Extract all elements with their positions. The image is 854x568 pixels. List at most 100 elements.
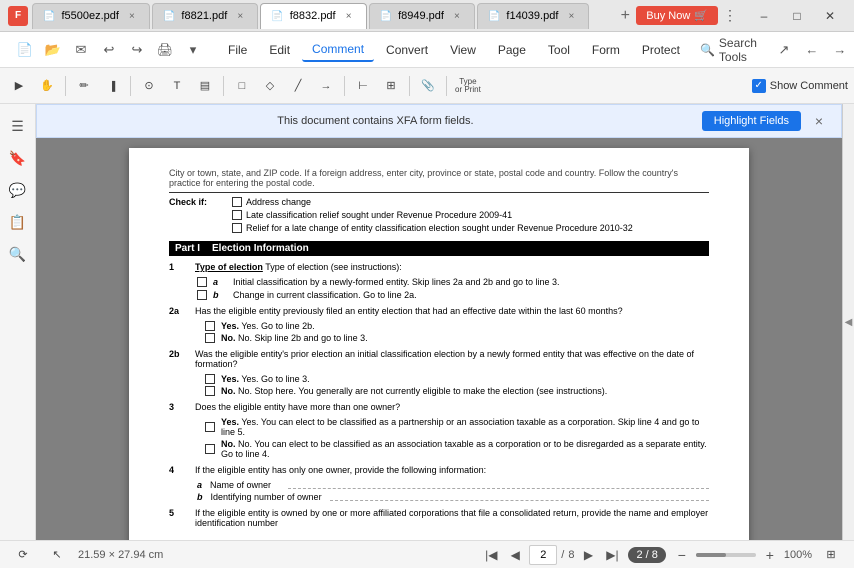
menu-page[interactable]: Page — [488, 39, 536, 61]
menu-tool[interactable]: Tool — [538, 39, 580, 61]
checkbox-address[interactable]: Address change — [232, 197, 633, 207]
callout-btn[interactable]: ▤ — [192, 73, 218, 99]
maximize-button[interactable]: □ — [781, 6, 813, 26]
zoom-slider[interactable] — [696, 553, 756, 557]
sidebar-search-icon[interactable]: 🔍 — [4, 240, 32, 268]
prev-page-btn[interactable]: ◀ — [505, 545, 525, 565]
open-icon[interactable]: 📂 — [40, 37, 66, 63]
q4a-line — [288, 488, 709, 489]
print-dropdown-icon[interactable]: ▾ — [180, 37, 206, 63]
shapes2-btn[interactable]: ◇ — [257, 73, 283, 99]
q4b-line — [330, 500, 709, 501]
sidebar-bookmark-icon[interactable]: 🔖 — [4, 144, 32, 172]
menu-form[interactable]: Form — [582, 39, 630, 61]
tab-pdf-icon: 📄 — [380, 11, 392, 22]
dimensions-display: 21.59 × 27.94 cm — [78, 549, 163, 561]
highlight-btn-tool[interactable]: ▐ — [99, 73, 125, 99]
q2b-yes-checkbox[interactable] — [205, 374, 215, 384]
print-icon[interactable]: 🖨 — [152, 37, 178, 63]
first-page-btn[interactable]: |◀ — [481, 545, 501, 565]
menu-edit[interactable]: Edit — [259, 39, 300, 61]
select-tool-btn[interactable]: ▶ — [6, 73, 32, 99]
checkbox-relief[interactable]: Relief for a late change of entity class… — [232, 223, 633, 233]
redo-icon[interactable]: ↪ — [124, 37, 150, 63]
line-btn[interactable]: ╱ — [285, 73, 311, 99]
q3-no-checkbox[interactable] — [205, 444, 215, 454]
q2b-no-checkbox[interactable] — [205, 386, 215, 396]
tab-t1[interactable]: 📄f5500ez.pdf× — [32, 3, 150, 29]
q2a-yes-checkbox[interactable] — [205, 321, 215, 331]
q1a-checkbox[interactable] — [197, 277, 207, 287]
close-button[interactable]: ✕ — [814, 6, 846, 26]
forward-icon[interactable]: → — [827, 37, 853, 63]
relief-checkbox-sq[interactable] — [232, 223, 242, 233]
minimize-button[interactable]: – — [748, 6, 780, 26]
menu-view[interactable]: View — [440, 39, 486, 61]
rotate-btn[interactable]: ⟳ — [10, 542, 36, 568]
file-new-icon[interactable]: 📄 — [12, 37, 38, 63]
area-btn[interactable]: ⊞ — [378, 73, 404, 99]
q2a-no-checkbox[interactable] — [205, 333, 215, 343]
tab-close-btn[interactable]: × — [450, 9, 464, 23]
menu-comment[interactable]: Comment — [302, 38, 374, 62]
tab-close-btn[interactable]: × — [564, 9, 578, 23]
q4b-letter: b — [197, 492, 203, 502]
q2a-no: No. No. Skip line 2b and go to line 3. — [169, 333, 709, 343]
show-comment-toggle[interactable]: Show Comment — [752, 79, 848, 93]
show-comment-checkbox[interactable] — [752, 79, 766, 93]
tab-close-btn[interactable]: × — [342, 9, 356, 23]
back-icon[interactable]: ← — [799, 37, 825, 63]
q5-num: 5 — [169, 508, 189, 518]
measure-btn[interactable]: ⊢ — [350, 73, 376, 99]
tab-t2[interactable]: 📄f8821.pdf× — [152, 3, 258, 29]
q3-num: 3 — [169, 402, 189, 412]
stamp-btn[interactable]: ⊙ — [136, 73, 162, 99]
page-input[interactable] — [529, 545, 557, 565]
sidebar-comment-icon[interactable]: 💬 — [4, 176, 32, 204]
tab-t5[interactable]: 📄f14039.pdf× — [477, 3, 589, 29]
q1b-checkbox[interactable] — [197, 290, 207, 300]
hand-tool-btn[interactable]: ✋ — [34, 73, 60, 99]
search-tools-button[interactable]: 🔍 Search Tools — [692, 32, 765, 68]
tab-close-btn[interactable]: × — [233, 9, 247, 23]
buy-now-button[interactable]: Buy Now 🛒 — [636, 6, 718, 25]
next-page-btn[interactable]: ▶ — [578, 545, 598, 565]
zoom-in-btn[interactable]: + — [760, 545, 780, 565]
annotation-btn[interactable]: ✏ — [71, 73, 97, 99]
arrow-btn[interactable]: → — [313, 73, 339, 99]
page-sep: / — [561, 549, 564, 561]
late-class-checkbox-sq[interactable] — [232, 210, 242, 220]
tab-t4[interactable]: 📄f8949.pdf× — [369, 3, 475, 29]
attach-btn[interactable]: 📎 — [415, 73, 441, 99]
comment-toolbar: ▶ ✋ ✏ ▐ ⊙ T ▤ □ ◇ ╱ → ⊢ ⊞ 📎 Type or Prin… — [0, 68, 854, 104]
menu-file[interactable]: File — [218, 39, 257, 61]
undo-icon[interactable]: ↩ — [96, 37, 122, 63]
zoom-value: 100% — [784, 549, 812, 561]
share-icon[interactable]: ↗ — [771, 37, 797, 63]
checkbox-late-class[interactable]: Late classification relief sought under … — [232, 210, 633, 220]
right-panel-collapse[interactable]: ◀ — [842, 104, 854, 540]
pdf-scroll-area[interactable]: City or town, state, and ZIP code. If a … — [36, 138, 842, 540]
sidebar-layers-icon[interactable]: 📋 — [4, 208, 32, 236]
address-checkbox-sq[interactable] — [232, 197, 242, 207]
sidebar-nav-icon[interactable]: ☰ — [4, 112, 32, 140]
more-button[interactable]: ⋮ — [720, 6, 740, 26]
q3-yes-checkbox[interactable] — [205, 422, 215, 432]
email-icon[interactable]: ✉ — [68, 37, 94, 63]
add-tab-button[interactable]: + — [614, 5, 636, 27]
zoom-out-btn[interactable]: − — [672, 545, 692, 565]
cursor-btn[interactable]: ↖ — [44, 542, 70, 568]
address-instruction: City or town, state, and ZIP code. If a … — [169, 168, 709, 188]
text-btn[interactable]: T — [164, 73, 190, 99]
fit-page-btn[interactable]: ⊞ — [818, 542, 844, 568]
last-page-btn[interactable]: ▶| — [602, 545, 622, 565]
type-print-btn[interactable]: Type or Print — [452, 71, 484, 101]
xfa-close-button[interactable]: × — [809, 111, 829, 131]
highlight-fields-button[interactable]: Highlight Fields — [702, 111, 801, 131]
tab-t3[interactable]: 📄f8832.pdf× — [260, 3, 366, 29]
shapes-btn[interactable]: □ — [229, 73, 255, 99]
q1-num: 1 — [169, 262, 189, 272]
tab-close-btn[interactable]: × — [125, 9, 139, 23]
menu-convert[interactable]: Convert — [376, 39, 438, 61]
menu-protect[interactable]: Protect — [632, 39, 690, 61]
